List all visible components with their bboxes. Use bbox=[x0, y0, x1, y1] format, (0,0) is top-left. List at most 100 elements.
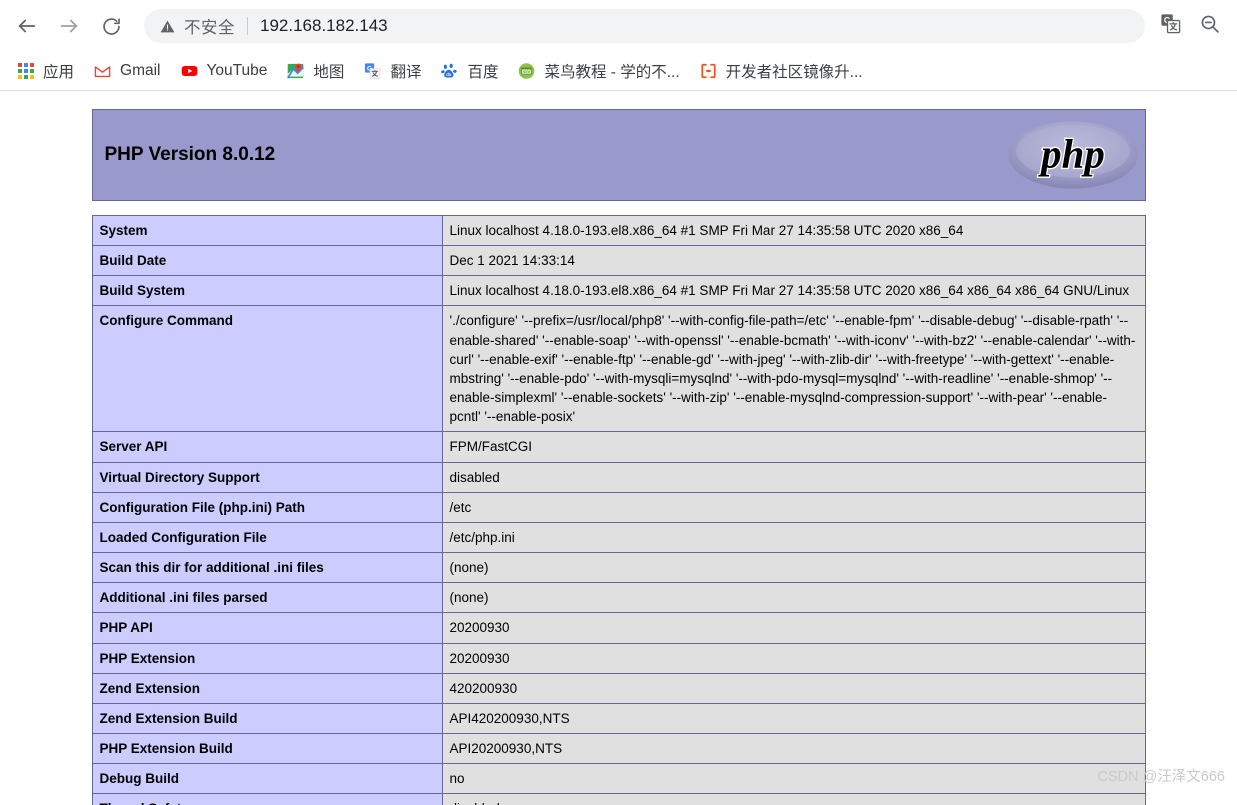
table-row: Thread Safetydisabled bbox=[92, 794, 1145, 805]
bookmark-label: 应用 bbox=[43, 60, 74, 82]
warning-triangle-icon bbox=[160, 19, 175, 34]
table-row: PHP API20200930 bbox=[92, 613, 1145, 643]
address-bar[interactable]: 不安全 192.168.182.143 bbox=[144, 9, 1145, 43]
baidu-icon: du bbox=[441, 63, 458, 80]
reload-button[interactable] bbox=[92, 7, 130, 45]
table-cell-value: 20200930 bbox=[442, 643, 1145, 673]
google-maps-icon bbox=[287, 63, 304, 80]
bookmark-label: Gmail bbox=[120, 62, 160, 80]
table-cell-key: Configuration File (php.ini) Path bbox=[92, 492, 442, 522]
youtube-icon bbox=[181, 63, 198, 80]
phpinfo-table-body: SystemLinux localhost 4.18.0-193.el8.x86… bbox=[92, 216, 1145, 805]
translate-button[interactable]: G bbox=[1153, 9, 1187, 43]
table-cell-key: PHP Extension bbox=[92, 643, 442, 673]
browser-toolbar: 不安全 192.168.182.143 G bbox=[0, 0, 1237, 52]
runoob-icon: </> bbox=[518, 63, 535, 80]
reload-icon bbox=[101, 16, 122, 37]
php-logo-text: php bbox=[1038, 132, 1105, 177]
page-title: PHP Version 8.0.12 bbox=[105, 144, 276, 166]
table-cell-key: Zend Extension Build bbox=[92, 703, 442, 733]
omnibox-divider bbox=[247, 17, 248, 35]
bookmarks-bar: 应用 Gmail YouTube bbox=[0, 52, 1237, 91]
table-row: Configuration File (php.ini) Path/etc bbox=[92, 492, 1145, 522]
bookmark-apps[interactable]: 应用 bbox=[9, 57, 82, 85]
table-cell-value: 20200930 bbox=[442, 613, 1145, 643]
forward-button[interactable] bbox=[50, 7, 88, 45]
table-cell-key: System bbox=[92, 216, 442, 246]
table-row: Additional .ini files parsed(none) bbox=[92, 583, 1145, 613]
bookmark-label: 翻译 bbox=[390, 60, 421, 82]
browser-chrome: 不安全 192.168.182.143 G bbox=[0, 0, 1237, 91]
table-row: Build DateDec 1 2021 14:33:14 bbox=[92, 246, 1145, 276]
bookmark-runoob[interactable]: </> 菜鸟教程 - 学的不... bbox=[510, 57, 687, 85]
table-cell-key: PHP Extension Build bbox=[92, 733, 442, 763]
table-cell-value: './configure' '--prefix=/usr/local/php8'… bbox=[442, 306, 1145, 432]
table-row: PHP Extension BuildAPI20200930,NTS bbox=[92, 733, 1145, 763]
table-cell-value: FPM/FastCGI bbox=[442, 432, 1145, 462]
arrow-left-icon bbox=[16, 15, 38, 37]
table-cell-value: (none) bbox=[442, 583, 1145, 613]
table-cell-value: /etc bbox=[442, 492, 1145, 522]
table-cell-key: Thread Safety bbox=[92, 794, 442, 805]
table-cell-key: Additional .ini files parsed bbox=[92, 583, 442, 613]
table-cell-key: Zend Extension bbox=[92, 673, 442, 703]
zoom-out-button[interactable] bbox=[1193, 9, 1227, 43]
translate-icon: G bbox=[1160, 13, 1181, 39]
bookmark-baidu[interactable]: du 百度 bbox=[433, 57, 506, 85]
bookmark-label: 开发者社区镜像升... bbox=[726, 60, 863, 82]
table-cell-key: Server API bbox=[92, 432, 442, 462]
table-row: Loaded Configuration File/etc/php.ini bbox=[92, 522, 1145, 552]
table-row: Build SystemLinux localhost 4.18.0-193.e… bbox=[92, 276, 1145, 306]
url-text: 192.168.182.143 bbox=[260, 16, 388, 36]
page-content: PHP Version 8.0.12 php Sys bbox=[0, 91, 1237, 805]
table-cell-value: disabled bbox=[442, 794, 1145, 805]
back-button[interactable] bbox=[8, 7, 46, 45]
table-row: SystemLinux localhost 4.18.0-193.el8.x86… bbox=[92, 216, 1145, 246]
table-row: Virtual Directory Supportdisabled bbox=[92, 462, 1145, 492]
phpinfo-table: SystemLinux localhost 4.18.0-193.el8.x86… bbox=[92, 215, 1146, 805]
table-cell-key: Build Date bbox=[92, 246, 442, 276]
bookmark-label: 地图 bbox=[313, 60, 344, 82]
table-cell-key: PHP API bbox=[92, 613, 442, 643]
table-cell-value: API420200930,NTS bbox=[442, 703, 1145, 733]
zoom-out-icon bbox=[1199, 13, 1221, 40]
table-row: Configure Command'./configure' '--prefix… bbox=[92, 306, 1145, 432]
table-cell-value: Linux localhost 4.18.0-193.el8.x86_64 #1… bbox=[442, 276, 1145, 306]
table-cell-key: Debug Build bbox=[92, 764, 442, 794]
gmail-icon bbox=[94, 63, 111, 80]
table-row: Debug Buildno bbox=[92, 764, 1145, 794]
table-cell-key: Build System bbox=[92, 276, 442, 306]
table-cell-value: no bbox=[442, 764, 1145, 794]
apps-grid-icon bbox=[17, 63, 34, 80]
table-row: Zend Extension BuildAPI420200930,NTS bbox=[92, 703, 1145, 733]
table-cell-value: disabled bbox=[442, 462, 1145, 492]
php-logo-icon: php bbox=[1007, 120, 1139, 190]
svg-text:</>: </> bbox=[523, 70, 531, 75]
bookmark-label: 菜鸟教程 - 学的不... bbox=[544, 60, 679, 82]
table-cell-value: Linux localhost 4.18.0-193.el8.x86_64 #1… bbox=[442, 216, 1145, 246]
table-cell-key: Loaded Configuration File bbox=[92, 522, 442, 552]
table-cell-value: API20200930,NTS bbox=[442, 733, 1145, 763]
bookmark-translate[interactable]: G 翻译 bbox=[356, 57, 429, 85]
svg-text:du: du bbox=[447, 72, 453, 77]
bookmark-gmail[interactable]: Gmail bbox=[86, 57, 168, 85]
bookmark-label: YouTube bbox=[207, 62, 268, 80]
phpinfo-container: PHP Version 8.0.12 php Sys bbox=[92, 91, 1146, 805]
toolbar-actions: G bbox=[1153, 9, 1227, 43]
devcommunity-icon bbox=[700, 63, 717, 80]
table-row: Server APIFPM/FastCGI bbox=[92, 432, 1145, 462]
table-row: Zend Extension420200930 bbox=[92, 673, 1145, 703]
table-cell-value: /etc/php.ini bbox=[442, 522, 1145, 552]
table-cell-key: Configure Command bbox=[92, 306, 442, 432]
table-cell-value: Dec 1 2021 14:33:14 bbox=[442, 246, 1145, 276]
bookmark-dev-community[interactable]: 开发者社区镜像升... bbox=[692, 57, 871, 85]
bookmark-youtube[interactable]: YouTube bbox=[173, 57, 276, 85]
table-row: PHP Extension20200930 bbox=[92, 643, 1145, 673]
table-cell-value: 420200930 bbox=[442, 673, 1145, 703]
table-cell-key: Scan this dir for additional .ini files bbox=[92, 553, 442, 583]
arrow-right-icon bbox=[58, 15, 80, 37]
table-cell-value: (none) bbox=[442, 553, 1145, 583]
security-status-label: 不安全 bbox=[184, 14, 235, 38]
bookmark-maps[interactable]: 地图 bbox=[279, 57, 352, 85]
table-cell-key: Virtual Directory Support bbox=[92, 462, 442, 492]
